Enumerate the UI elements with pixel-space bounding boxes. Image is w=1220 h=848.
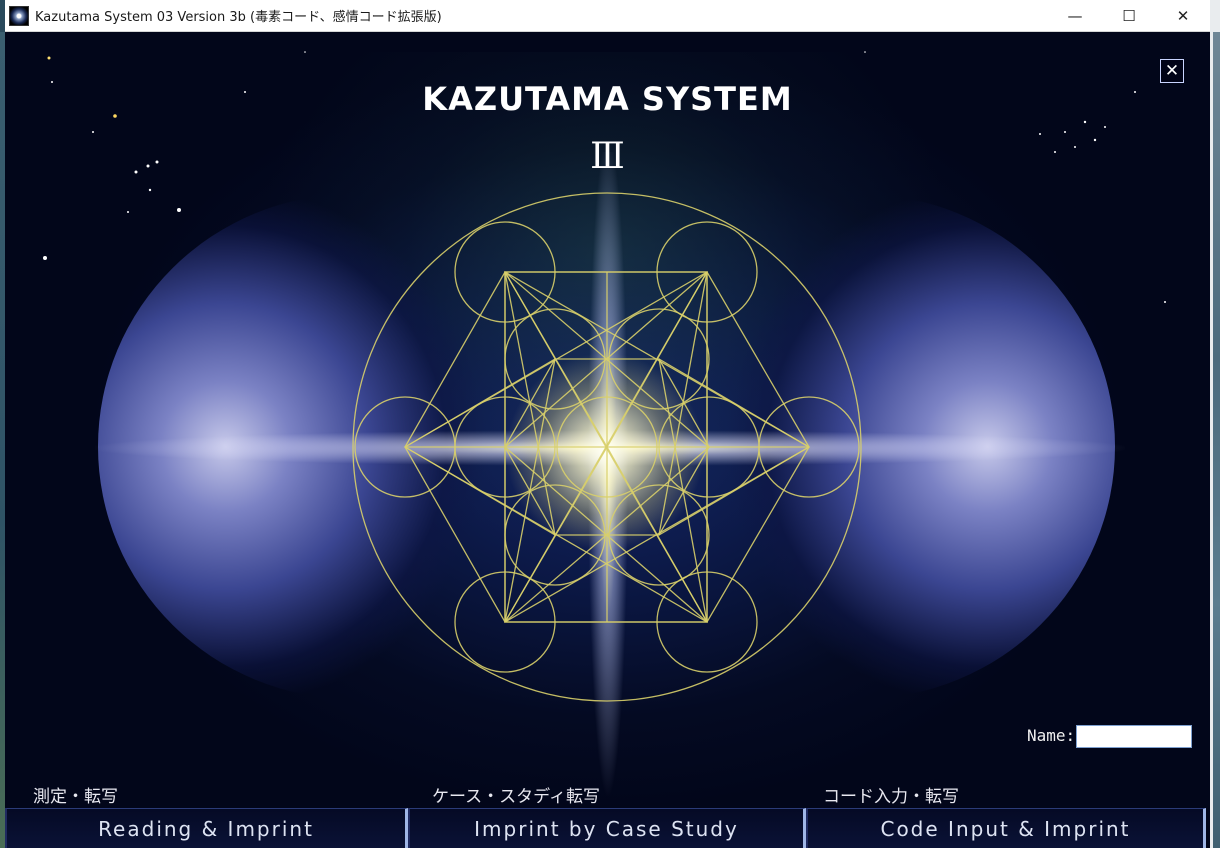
window-title: Kazutama System 03 Version 3b (毒素コード、感情コ…: [35, 10, 442, 25]
logo-title: KAZUTAMA SYSTEM: [422, 80, 793, 118]
desktop-wallpaper-strip: [1213, 32, 1220, 848]
name-label: Name:: [1027, 726, 1076, 745]
minimize-button[interactable]: —: [1048, 0, 1102, 31]
title-bar: Kazutama System 03 Version 3b (毒素コード、感情コ…: [5, 0, 1210, 32]
name-input[interactable]: [1076, 725, 1192, 748]
window-controls: — ☐ ✕: [1048, 0, 1210, 31]
section-label-code-input: コード入力・転写: [823, 787, 959, 807]
maximize-button[interactable]: ☐: [1102, 0, 1156, 31]
close-button[interactable]: ✕: [1156, 0, 1210, 31]
app-icon: [9, 5, 29, 26]
case-study-imprint-button[interactable]: Imprint by Case Study: [408, 808, 806, 848]
code-input-imprint-button[interactable]: Code Input & Imprint: [806, 808, 1206, 848]
logo-numeral: Ⅲ: [590, 136, 625, 177]
section-label-case-study: ケース・スタディ転写: [432, 787, 600, 807]
reading-imprint-button[interactable]: Reading & Imprint: [5, 808, 408, 848]
section-label-reading: 測定・転写: [33, 787, 118, 807]
mode-button-bar: Reading & Imprint Imprint by Case Study …: [5, 808, 1210, 848]
panel-close-button[interactable]: ✕: [1160, 59, 1184, 83]
main-panel: KAZUTAMA SYSTEM Ⅲ ✕ Name: 測定・転写 ケース・スタディ…: [5, 32, 1210, 848]
app-window: Kazutama System 03 Version 3b (毒素コード、感情コ…: [5, 0, 1210, 848]
